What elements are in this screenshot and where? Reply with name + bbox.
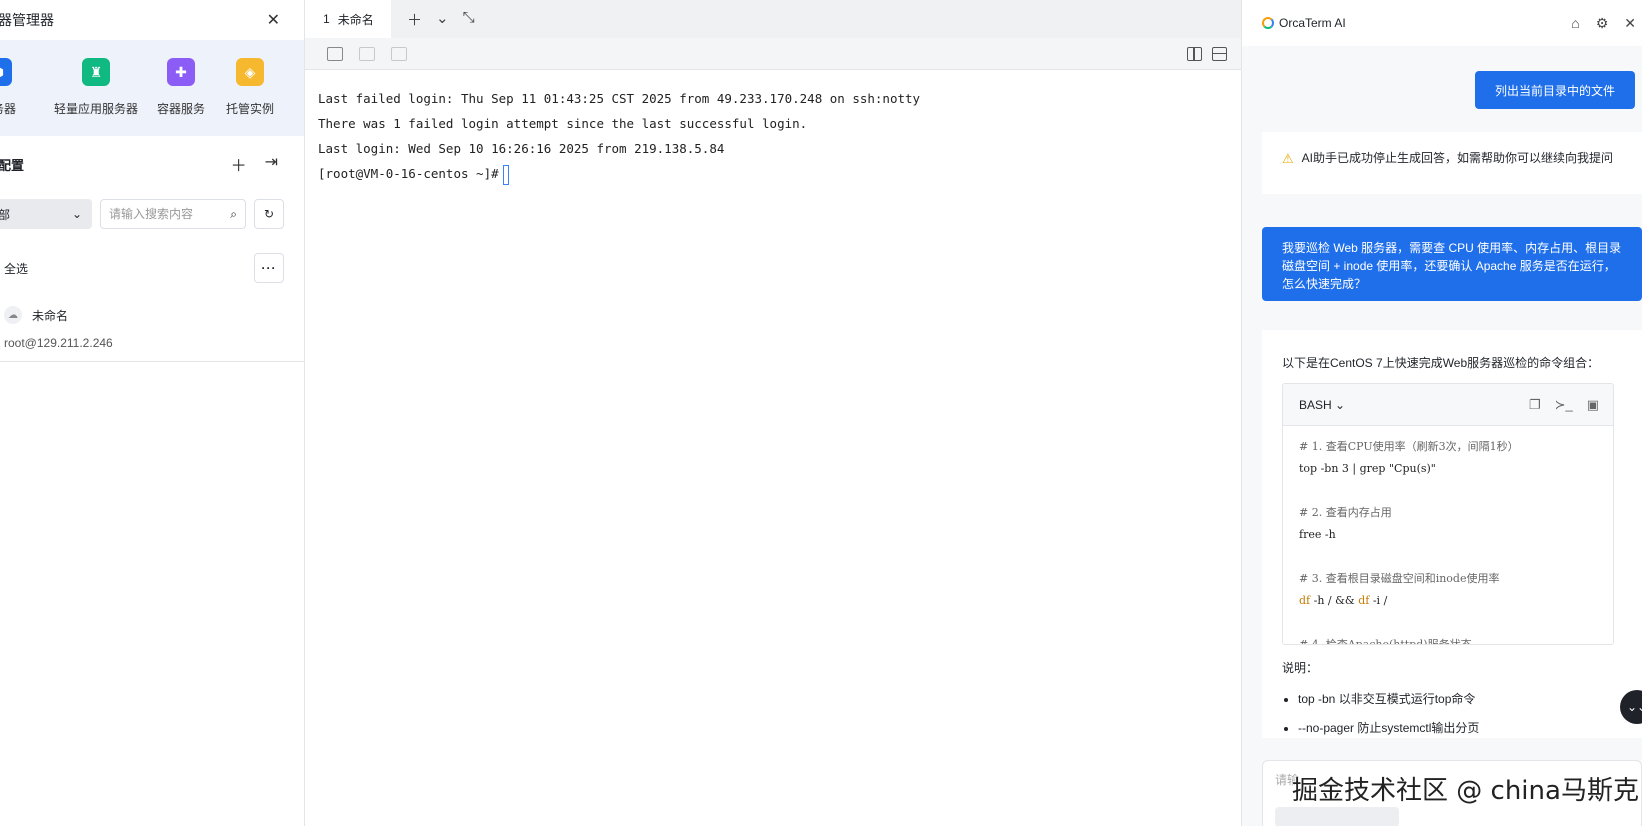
list-item: top -bn 以非交互模式运行top命令	[1298, 690, 1622, 707]
explanation-title: 说明：	[1282, 661, 1319, 675]
settings-icon[interactable]: ⚙	[1596, 15, 1609, 32]
server-icon: ⬢	[0, 58, 12, 86]
container-icon: ✚	[167, 58, 195, 86]
panel-header: 器管理器 ✕	[0, 0, 304, 40]
sftp-folder-icon[interactable]	[327, 46, 343, 61]
tab-index: 1	[323, 12, 330, 26]
cloud-icon: ☁	[4, 306, 22, 324]
code-line: df -h / && df -i /	[1299, 594, 1388, 607]
instance-address: root@129.211.2.246	[4, 336, 113, 350]
ai-brand-name: OrcaTerm AI	[1279, 16, 1346, 30]
service-label: 轻量应用服务器	[54, 102, 139, 116]
service-label: 托管实例	[226, 102, 275, 116]
service-container[interactable]: ✚ 容器服务	[157, 58, 205, 117]
user-message: 我要巡检 Web 服务器，需要查 CPU 使用率、内存占用、根目录磁盘空间 + …	[1262, 227, 1642, 301]
service-managed-instance[interactable]: ◈ 托管实例	[226, 58, 274, 117]
ai-panel: OrcaTerm AI ⌂ ⚙ ✕ 列出当前目录中的文件 ⚠ AI助手已成功停止…	[1241, 0, 1642, 826]
terminal-output[interactable]: Last failed login: Thu Sep 11 01:43:25 C…	[305, 70, 1241, 202]
service-label: 容器服务	[157, 102, 206, 116]
stop-notice: ⚠ AI助手已成功停止生成回答，如需帮助你可以继续向我提问	[1262, 132, 1642, 194]
ai-answer: 以下是在CentOS 7上快速完成Web服务器巡检的命令组合： BASH ⌄ ❐…	[1262, 330, 1642, 738]
terminal-toolbar	[305, 38, 1241, 70]
terminal-tab[interactable]: 1 未命名	[305, 0, 391, 38]
clear-history-icon[interactable]: ⌂	[1571, 15, 1579, 32]
new-tab-icon[interactable]: ＋	[407, 9, 422, 30]
filter-row: 部 ⌄ ⌕ ↻	[0, 192, 304, 236]
refresh-icon: ↻	[263, 207, 275, 221]
terminal-area: 1 未命名 ＋ ⌄ ⤡ Last failed login: Thu Sep 1…	[305, 0, 1241, 826]
split-horizontal-icon[interactable]	[1212, 46, 1227, 61]
terminal-line: There was 1 failed login attempt since t…	[318, 116, 808, 131]
code-language: BASH	[1299, 397, 1332, 412]
lighthouse-icon: ♜	[82, 58, 110, 86]
import-icon[interactable]: ⇥	[265, 152, 278, 176]
model-select[interactable]	[1275, 807, 1399, 826]
config-header: 配置 ＋ ⇥	[0, 136, 304, 192]
server-manager-panel: 器管理器 ✕ ⬢ 服务器 ♜ 轻量应用服务器 ✚ 容器服务 ◈ 托管实例 配置	[0, 0, 305, 826]
explanation-list: top -bn 以非交互模式运行top命令 --no-pager 防止syste…	[1282, 690, 1622, 736]
terminal-line: Last failed login: Thu Sep 11 01:43:25 C…	[318, 91, 921, 106]
close-icon[interactable]: ✕	[1624, 15, 1636, 32]
select-all-row: 全选 ···	[0, 244, 304, 292]
code-line: # 2. 查看内存占用	[1299, 506, 1392, 519]
search-box: ⌕	[100, 199, 246, 229]
instance-name: 未命名	[32, 308, 69, 323]
split-vertical-icon[interactable]	[1187, 46, 1202, 61]
search-icon[interactable]: ⌕	[230, 207, 237, 222]
code-block: BASH ⌄ ❐ ≻_ ▣ # 1. 查看CPU使用率（刷新3次，间隔1秒） to…	[1282, 383, 1614, 645]
code-line: top -bn 3 | grep "Cpu(s)"	[1299, 462, 1436, 475]
save-icon[interactable]: ▣	[1587, 397, 1599, 413]
select-all-checkbox[interactable]: 全选	[4, 260, 28, 277]
answer-intro: 以下是在CentOS 7上快速完成Web服务器巡检的命令组合：	[1282, 356, 1600, 370]
terminal-cursor	[502, 164, 509, 185]
terminal-prompt: [root@VM-0-16-centos ~]#	[318, 166, 499, 181]
group-select-value: 部	[0, 207, 11, 222]
search-input[interactable]	[109, 207, 219, 221]
expand-icon[interactable]: ⤡	[463, 9, 475, 30]
quick-action-message[interactable]: 列出当前目录中的文件	[1475, 71, 1635, 109]
service-label: 服务器	[0, 102, 17, 116]
code-line: # 4. 检查Apache(httpd)服务状态	[1299, 638, 1472, 645]
service-bar: ⬢ 服务器 ♜ 轻量应用服务器 ✚ 容器服务 ◈ 托管实例	[0, 40, 304, 136]
group-select[interactable]: 部 ⌄	[0, 199, 92, 229]
run-in-terminal-icon[interactable]: ≻_	[1555, 397, 1573, 413]
panel-title: 器管理器	[0, 12, 54, 28]
tab-name: 未命名	[337, 12, 374, 27]
terminal-line: Last login: Wed Sep 10 16:26:16 2025 fro…	[318, 141, 725, 156]
add-icon[interactable]: ＋	[231, 152, 247, 176]
screenshot-icon[interactable]	[391, 46, 407, 61]
more-icon: ···	[261, 261, 277, 275]
more-button[interactable]: ···	[254, 253, 284, 283]
list-item: --no-pager 防止systemctl输出分页	[1298, 719, 1622, 736]
code-header: BASH ⌄ ❐ ≻_ ▣	[1283, 384, 1613, 426]
code-body: # 1. 查看CPU使用率（刷新3次，间隔1秒） top -bn 3 | grep…	[1283, 426, 1613, 645]
code-language-select[interactable]: BASH ⌄	[1299, 398, 1345, 412]
app-root: 器管理器 ✕ ⬢ 服务器 ♜ 轻量应用服务器 ✚ 容器服务 ◈ 托管实例 配置	[0, 0, 1642, 826]
code-line: free -h	[1299, 528, 1336, 541]
tab-bar: 1 未命名 ＋ ⌄ ⤡	[305, 0, 1241, 38]
service-server[interactable]: ⬢ 服务器	[0, 58, 16, 117]
copy-icon[interactable]: ❐	[1529, 397, 1541, 413]
refresh-button[interactable]: ↻	[254, 199, 284, 229]
instance-item[interactable]: ☁ 未命名 root@129.211.2.246	[0, 292, 304, 362]
stop-notice-text: AI助手已成功停止生成回答，如需帮助你可以继续向我提问	[1301, 151, 1613, 165]
orcaterm-logo-icon	[1262, 17, 1274, 29]
code-line: # 3. 查看根目录磁盘空间和inode使用率	[1299, 572, 1500, 585]
service-lighthouse[interactable]: ♜ 轻量应用服务器	[54, 58, 138, 117]
file-transfer-icon[interactable]	[359, 46, 375, 61]
terminal-prompt-line: [root@VM-0-16-centos ~]#	[318, 161, 1228, 186]
close-icon[interactable]: ✕	[267, 10, 280, 30]
chevron-down-icon[interactable]: ⌄	[436, 9, 449, 30]
warning-icon: ⚠	[1282, 151, 1294, 166]
ai-header: OrcaTerm AI ⌂ ⚙ ✕	[1242, 0, 1642, 46]
watermark: 掘金技术社区 @ china马斯克	[1292, 776, 1639, 806]
double-chevron-down-icon: ⌄⌄	[1626, 700, 1642, 714]
config-title: 配置	[0, 157, 25, 173]
chevron-down-icon: ⌄	[71, 207, 82, 221]
managed-instance-icon: ◈	[236, 58, 264, 86]
code-line: # 1. 查看CPU使用率（刷新3次，间隔1秒）	[1299, 440, 1519, 453]
